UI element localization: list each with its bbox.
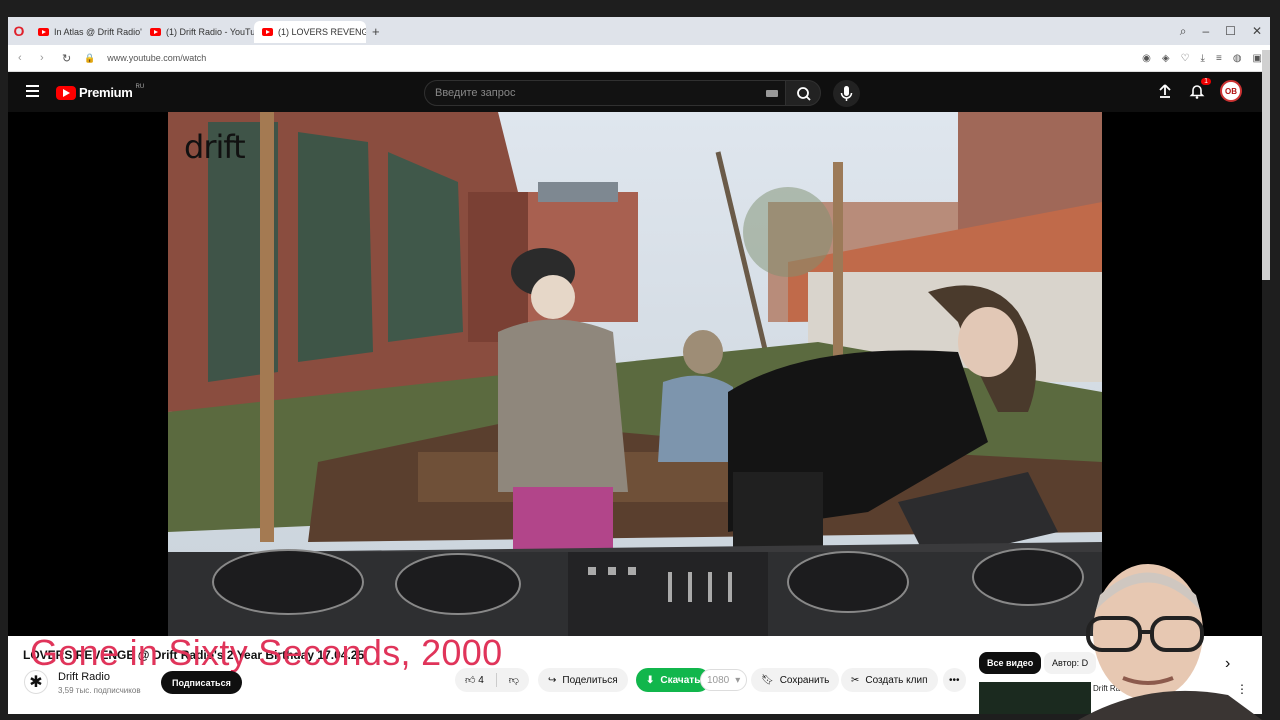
account-avatar[interactable]: ОВ: [1220, 80, 1242, 102]
youtube-premium-logo[interactable]: Premium RU: [56, 83, 145, 100]
divider: [495, 673, 497, 687]
upload-icon[interactable]: [1156, 82, 1174, 100]
url-field[interactable]: www.youtube.com/watch: [107, 53, 206, 63]
share-label: Поделиться: [562, 674, 618, 686]
shield-icon[interactable]: ◈: [1162, 53, 1170, 64]
download-arrow-icon: ⬇: [646, 674, 655, 686]
opera-logo-icon[interactable]: O: [8, 23, 30, 39]
maximize-icon[interactable]: ☐: [1225, 24, 1236, 39]
tab-drift-radio[interactable]: (1) Drift Radio - YouTube: [142, 21, 254, 43]
more-actions-button[interactable]: •••: [943, 668, 966, 692]
search-tabs-icon[interactable]: ⌕: [1180, 24, 1187, 39]
header-actions: 1 ОВ: [1156, 78, 1242, 102]
overlay-caption: Gone in Sixty Seconds, 2000: [30, 632, 503, 673]
video-frame-image: [168, 112, 1102, 636]
download-icon[interactable]: ⤓: [1201, 53, 1205, 64]
search-icon: [797, 87, 811, 101]
close-icon[interactable]: ✕: [1252, 24, 1262, 39]
quality-value: 1080: [707, 674, 730, 686]
recommended-thumbnail[interactable]: [979, 682, 1091, 714]
youtube-logo-icon: [56, 85, 76, 100]
quality-select[interactable]: 1080 ▾: [700, 669, 748, 691]
forward-icon[interactable]: ›: [40, 52, 52, 64]
clip-label: Создать клип: [865, 674, 928, 686]
keyboard-icon[interactable]: [766, 90, 778, 97]
microphone-icon: [840, 86, 853, 101]
channel-name[interactable]: Drift Radio: [58, 671, 110, 683]
camera-icon[interactable]: ◉: [1142, 53, 1151, 64]
window-controls: ⌕ – ☐ ✕: [1180, 24, 1270, 39]
notifications-bell-icon[interactable]: 1: [1188, 78, 1211, 100]
more-dots-icon: •••: [949, 674, 960, 686]
like-dislike-group: 👍︎ 4 👎︎: [455, 668, 529, 692]
search-box: [424, 80, 787, 106]
create-clip-button[interactable]: ✂ Создать клип: [841, 668, 938, 692]
bookmark-icon: 🔖︎: [761, 674, 774, 686]
screen: O In Atlas @ Drift Radio's 3 (1) Drift R…: [0, 0, 1280, 720]
back-icon[interactable]: ‹: [18, 52, 30, 64]
reload-icon[interactable]: ↻: [62, 52, 74, 65]
page-scrollbar[interactable]: [1262, 50, 1270, 280]
youtube-favicon-icon: [150, 28, 161, 36]
subscriber-count: 3,59 тыс. подписчиков: [58, 686, 141, 695]
menu-hamburger-icon[interactable]: [26, 85, 39, 97]
thumbs-up-icon: 👍︎: [465, 675, 476, 686]
heart-icon[interactable]: ♡: [1181, 53, 1190, 64]
share-arrow-icon: ↪: [548, 674, 557, 686]
address-bar-tools: ◉ ◈ ♡ ⤓ ≡ ◍ ▣: [1142, 53, 1270, 64]
like-count: 4: [478, 675, 484, 686]
tab-lovers-revenge[interactable]: (1) LOVERS REVENGE @ C: [254, 21, 366, 43]
logo-region: RU: [135, 83, 145, 90]
thumbs-down-icon: 👎︎: [508, 675, 519, 686]
save-button[interactable]: 🔖︎ Сохранить: [751, 668, 840, 692]
video-player[interactable]: drift: [168, 112, 1102, 636]
new-tab-button[interactable]: +: [372, 24, 380, 39]
extension-box-icon[interactable]: ▣: [1253, 53, 1262, 64]
dislike-button[interactable]: 👎︎: [509, 674, 519, 686]
address-bar: ‹ › ↻ 🔒 www.youtube.com/watch ◉ ◈ ♡ ⤓ ≡ …: [8, 45, 1270, 72]
browser-tab-bar: O In Atlas @ Drift Radio's 3 (1) Drift R…: [8, 17, 1270, 45]
chip-all-videos[interactable]: Все видео: [979, 652, 1042, 674]
chevron-down-icon: ▾: [735, 674, 741, 686]
notification-badge: 1: [1201, 78, 1211, 85]
share-button[interactable]: ↪ Поделиться: [538, 668, 628, 692]
minimize-icon[interactable]: –: [1202, 24, 1209, 39]
channel-avatar[interactable]: ✱: [24, 670, 48, 694]
subscribe-button[interactable]: Подписаться: [161, 671, 242, 694]
channel-watermark: drift: [184, 128, 246, 166]
webcam-overlay: [1078, 564, 1262, 720]
lock-icon[interactable]: 🔒: [84, 53, 95, 64]
menu-lines-icon[interactable]: ≡: [1216, 53, 1222, 64]
tab-label: In Atlas @ Drift Radio's 3: [54, 27, 142, 37]
tab-label: (1) LOVERS REVENGE @ C: [278, 27, 366, 37]
youtube-favicon-icon: [38, 28, 49, 36]
download-label: Скачать: [660, 674, 701, 686]
save-label: Сохранить: [779, 674, 830, 686]
logo-text: Premium: [79, 85, 133, 100]
youtube-favicon-icon: [262, 28, 273, 36]
like-button[interactable]: 👍︎ 4: [465, 674, 484, 686]
tab-atlas[interactable]: In Atlas @ Drift Radio's 3: [30, 21, 142, 43]
tab-label: (1) Drift Radio - YouTube: [166, 27, 254, 37]
search-input[interactable]: [435, 87, 755, 99]
youtube-header: Premium RU 1 ОВ: [8, 72, 1262, 112]
search-button[interactable]: [785, 80, 821, 106]
voice-search-button[interactable]: [833, 80, 860, 107]
scissors-icon: ✂: [851, 674, 860, 686]
profile-icon[interactable]: ◍: [1233, 53, 1242, 64]
